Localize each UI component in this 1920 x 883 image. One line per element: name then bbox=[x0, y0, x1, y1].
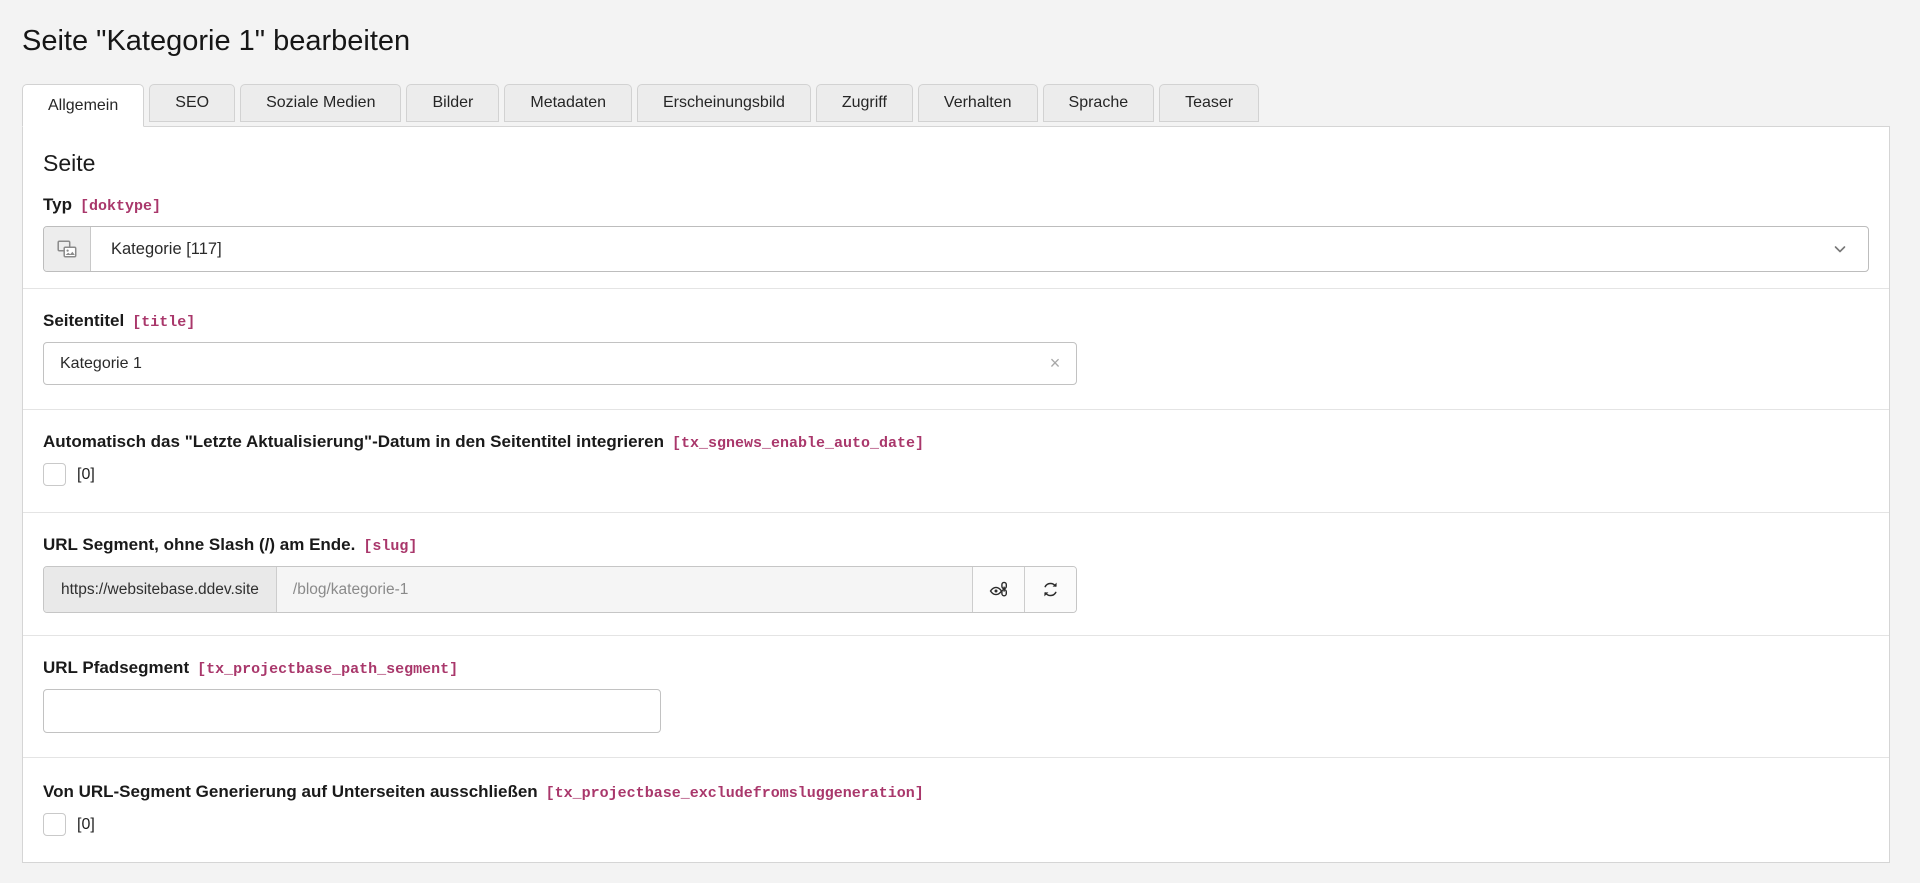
section-page-title: Seitentitel [title] × bbox=[23, 288, 1889, 409]
section-exclude-slug: Von URL-Segment Generierung auf Untersei… bbox=[23, 757, 1889, 862]
title-label: Seitentitel [title] bbox=[43, 311, 1869, 333]
title-code: [title] bbox=[132, 313, 195, 333]
exclude-slug-label: Von URL-Segment Generierung auf Untersei… bbox=[43, 782, 1869, 804]
path-segment-code: [tx_projectbase_path_segment] bbox=[197, 660, 458, 680]
doktype-code: [doktype] bbox=[80, 197, 161, 217]
tab-metadaten[interactable]: Metadaten bbox=[504, 84, 632, 122]
clear-icon[interactable]: × bbox=[1039, 342, 1071, 385]
slug-toggle-button[interactable] bbox=[972, 567, 1024, 612]
slug-code: [slug] bbox=[363, 537, 417, 557]
doktype-select[interactable]: Kategorie [117] bbox=[43, 226, 1869, 272]
refresh-icon bbox=[1040, 579, 1061, 600]
slug-recalculate-button[interactable] bbox=[1024, 567, 1076, 612]
path-segment-input[interactable] bbox=[43, 689, 661, 733]
section-path-segment: URL Pfadsegment [tx_projectbase_path_seg… bbox=[23, 635, 1889, 757]
slug-prefix: https://websitebase.ddev.site bbox=[44, 567, 277, 612]
slug-label: URL Segment, ohne Slash (/) am Ende. [sl… bbox=[43, 535, 1869, 557]
tab-seo[interactable]: SEO bbox=[149, 84, 235, 122]
tab-bar: Allgemein SEO Soziale Medien Bilder Meta… bbox=[22, 84, 1890, 127]
eye-link-icon bbox=[988, 579, 1010, 601]
auto-date-label: Automatisch das "Letzte Aktualisierung"-… bbox=[43, 432, 1869, 454]
doktype-label: Typ [doktype] bbox=[43, 195, 1869, 217]
tab-verhalten[interactable]: Verhalten bbox=[918, 84, 1038, 122]
page: Seite "Kategorie 1" bearbeiten Allgemein… bbox=[0, 24, 1920, 863]
tab-sprache[interactable]: Sprache bbox=[1043, 84, 1155, 122]
tab-zugriff[interactable]: Zugriff bbox=[816, 84, 913, 122]
auto-date-checkbox[interactable] bbox=[43, 463, 66, 486]
page-title-input[interactable] bbox=[43, 342, 1077, 385]
section-slug: URL Segment, ohne Slash (/) am Ende. [sl… bbox=[23, 512, 1889, 635]
auto-date-checkbox-caption: [0] bbox=[77, 466, 95, 484]
page-type-icon bbox=[44, 227, 91, 271]
exclude-slug-checkbox-caption: [0] bbox=[77, 816, 95, 834]
tab-teaser[interactable]: Teaser bbox=[1159, 84, 1259, 122]
slug-input[interactable] bbox=[277, 567, 972, 612]
exclude-slug-checkbox[interactable] bbox=[43, 813, 66, 836]
slug-input-group: https://websitebase.ddev.site bbox=[43, 566, 1077, 613]
exclude-slug-code: [tx_projectbase_excludefromsluggeneratio… bbox=[546, 784, 924, 804]
section-auto-date: Automatisch das "Letzte Aktualisierung"-… bbox=[23, 409, 1889, 512]
tab-soziale-medien[interactable]: Soziale Medien bbox=[240, 84, 401, 122]
tab-bilder[interactable]: Bilder bbox=[406, 84, 499, 122]
doktype-selected-value: Kategorie [117] bbox=[91, 227, 1832, 271]
tab-allgemein[interactable]: Allgemein bbox=[22, 84, 144, 127]
page-title: Seite "Kategorie 1" bearbeiten bbox=[22, 24, 1890, 58]
tab-erscheinungsbild[interactable]: Erscheinungsbild bbox=[637, 84, 811, 122]
path-segment-label: URL Pfadsegment [tx_projectbase_path_seg… bbox=[43, 658, 1869, 680]
chevron-down-icon bbox=[1832, 227, 1848, 271]
section-type: Seite Typ [doktype] Kategorie [117] bbox=[23, 127, 1889, 288]
auto-date-code: [tx_sgnews_enable_auto_date] bbox=[672, 434, 924, 454]
tab-content-panel: Seite Typ [doktype] Kategorie [117] bbox=[22, 126, 1890, 863]
section-header-seite: Seite bbox=[43, 149, 1869, 177]
